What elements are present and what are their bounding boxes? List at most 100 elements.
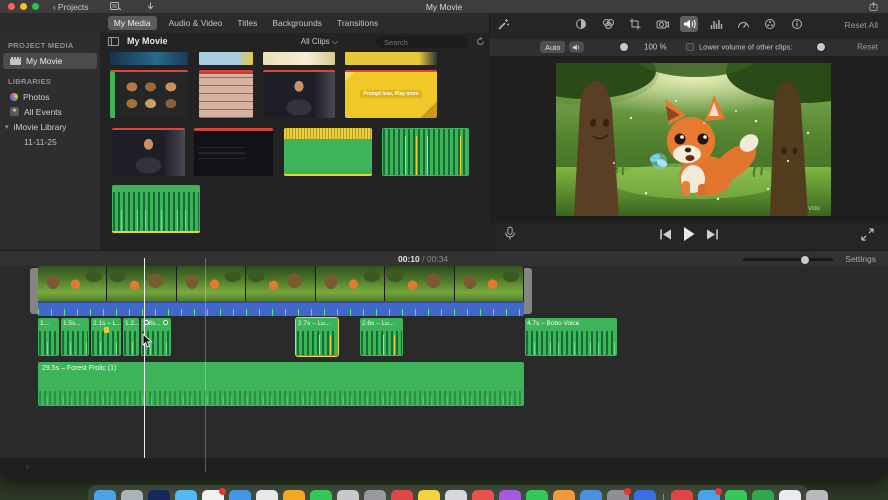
audio-clip[interactable]: 2.6s – Lu... bbox=[360, 318, 403, 356]
clip-trim-handle-left[interactable] bbox=[30, 268, 38, 314]
media-thumb-partial[interactable] bbox=[345, 52, 437, 65]
lower-volume-checkbox[interactable] bbox=[686, 43, 694, 51]
info-icon[interactable] bbox=[788, 16, 806, 32]
fullscreen-icon[interactable] bbox=[861, 228, 874, 241]
media-thumb-partial[interactable] bbox=[263, 52, 335, 65]
media-thumb-partial[interactable] bbox=[199, 52, 253, 65]
sidebar-item-photos[interactable]: Photos bbox=[0, 89, 100, 104]
fade-handle[interactable] bbox=[163, 320, 168, 325]
volume-icon[interactable] bbox=[680, 16, 698, 32]
sidebar-item-all-events[interactable]: ★ All Events bbox=[0, 104, 100, 119]
dock-app-icon[interactable] bbox=[526, 490, 548, 500]
dock-app-icon[interactable] bbox=[472, 490, 494, 500]
video-clip[interactable] bbox=[38, 266, 524, 301]
audio-clip[interactable]: 4.7s – Bobo Voice bbox=[525, 318, 617, 356]
dock-app-icon[interactable] bbox=[256, 490, 278, 500]
dock-app-icon[interactable] bbox=[634, 490, 656, 500]
media-thumb-audio[interactable] bbox=[112, 185, 200, 233]
minimize-window-button[interactable] bbox=[20, 3, 27, 10]
playhead[interactable] bbox=[144, 258, 145, 458]
dock-app-icon[interactable] bbox=[94, 490, 116, 500]
tab-titles[interactable]: Titles bbox=[234, 16, 260, 30]
mute-button[interactable] bbox=[569, 41, 584, 53]
dock-app-icon[interactable] bbox=[580, 490, 602, 500]
timeline[interactable]: 1... 1.5s... 2.1s – L... 1.2... 1.8s... bbox=[0, 266, 888, 458]
crop-icon[interactable] bbox=[626, 16, 644, 32]
dock-app-icon[interactable] bbox=[752, 490, 774, 500]
next-frame-button[interactable] bbox=[706, 229, 719, 240]
dock-app-icon[interactable] bbox=[202, 488, 226, 500]
settings-button[interactable]: Settings bbox=[845, 254, 876, 264]
dock-app-icon[interactable] bbox=[364, 490, 386, 500]
media-thumb-person[interactable] bbox=[112, 128, 185, 176]
dock-app-icon[interactable] bbox=[445, 490, 467, 500]
refresh-circle-icon[interactable] bbox=[476, 37, 485, 46]
clip-trim-handle-right[interactable] bbox=[524, 268, 532, 314]
dock-app-icon[interactable] bbox=[391, 490, 413, 500]
previous-frame-button[interactable] bbox=[659, 229, 672, 240]
close-window-button[interactable] bbox=[8, 3, 15, 10]
share-icon[interactable] bbox=[869, 2, 878, 11]
media-thumb-audio[interactable] bbox=[382, 128, 469, 176]
tab-transitions[interactable]: Transitions bbox=[334, 16, 381, 30]
audio-clip[interactable]: 2.1s – L... bbox=[91, 318, 121, 356]
projects-back-button[interactable]: ‹ Projects bbox=[53, 2, 89, 12]
clip-filter-dropdown[interactable]: All Clips ⌵ bbox=[301, 37, 338, 47]
search-input[interactable] bbox=[384, 37, 481, 47]
clip-size-knob[interactable] bbox=[801, 255, 809, 264]
media-thumb-partial[interactable] bbox=[110, 52, 188, 65]
dock-app-icon[interactable] bbox=[553, 490, 575, 500]
media-thumb-slide[interactable]: Prompt less, Play more bbox=[345, 70, 437, 118]
audio-clip[interactable]: 1... bbox=[38, 318, 59, 356]
clip-size-slider[interactable] bbox=[743, 255, 833, 264]
dock-app-icon[interactable] bbox=[698, 488, 722, 500]
dock-app-icon[interactable] bbox=[499, 490, 521, 500]
dock-app-icon[interactable] bbox=[121, 490, 143, 500]
zoom-window-button[interactable] bbox=[32, 3, 39, 10]
dock-app-icon[interactable] bbox=[175, 490, 197, 500]
dock-app-icon[interactable] bbox=[283, 490, 305, 500]
media-thumb-audio[interactable] bbox=[284, 128, 372, 176]
noise-reduction-icon[interactable] bbox=[707, 16, 725, 32]
media-thumb-terminal[interactable] bbox=[194, 128, 273, 176]
sidebar-item-imovie-library[interactable]: ▾ iMovie Library bbox=[0, 119, 100, 134]
volume-slider-knob[interactable] bbox=[620, 43, 628, 51]
tab-audio-video[interactable]: Audio & Video bbox=[166, 16, 226, 30]
download-arrow-icon[interactable] bbox=[146, 2, 155, 11]
color-correction-icon[interactable] bbox=[599, 16, 617, 32]
search-field[interactable] bbox=[376, 36, 481, 48]
chevron-down-icon[interactable]: ▾ bbox=[5, 123, 9, 131]
media-thumb-document[interactable] bbox=[199, 70, 253, 118]
audio-clip[interactable]: 1.5s... bbox=[61, 318, 89, 356]
dock-app-icon[interactable] bbox=[337, 490, 359, 500]
audio-clip[interactable]: 1.2... bbox=[123, 318, 139, 356]
speed-icon[interactable] bbox=[734, 16, 752, 32]
dock-app-icon[interactable] bbox=[779, 490, 801, 500]
dock-app-icon[interactable] bbox=[607, 488, 631, 500]
dock-app-icon[interactable] bbox=[148, 490, 170, 500]
dock-app-icon[interactable] bbox=[725, 490, 747, 500]
dock-app-icon[interactable] bbox=[229, 490, 251, 500]
clip-filter-icon[interactable] bbox=[761, 16, 779, 32]
tab-backgrounds[interactable]: Backgrounds bbox=[269, 16, 325, 30]
stabilization-icon[interactable] bbox=[653, 16, 671, 32]
background-music-clip[interactable]: 29.5s – Forest Frolic (1) bbox=[38, 362, 524, 406]
dock-app-icon[interactable] bbox=[418, 490, 440, 500]
media-thumb-person[interactable] bbox=[263, 70, 335, 118]
dock-app-icon[interactable] bbox=[806, 490, 828, 500]
tab-my-media[interactable]: My Media bbox=[107, 16, 157, 30]
color-balance-icon[interactable] bbox=[572, 16, 590, 32]
sidebar-item-event-date[interactable]: 11-11-25 bbox=[0, 134, 100, 149]
auto-volume-button[interactable]: Auto bbox=[540, 41, 566, 53]
import-media-icon[interactable] bbox=[110, 2, 121, 11]
play-button[interactable] bbox=[683, 227, 695, 241]
audio-clip-selected[interactable]: 2.7s – Lu... bbox=[295, 317, 339, 357]
sidebar-item-my-movie[interactable]: My Movie bbox=[3, 53, 97, 69]
reset-volume-button[interactable]: Reset bbox=[857, 43, 878, 52]
dock-app-icon[interactable] bbox=[671, 490, 693, 500]
preview-video[interactable]: Vidu bbox=[556, 63, 831, 216]
lower-volume-slider-knob[interactable] bbox=[817, 43, 825, 51]
video-audio-waveform[interactable] bbox=[38, 301, 524, 316]
sidebar-toggle-icon[interactable] bbox=[108, 37, 119, 46]
reset-all-button[interactable]: Reset All bbox=[844, 20, 878, 30]
